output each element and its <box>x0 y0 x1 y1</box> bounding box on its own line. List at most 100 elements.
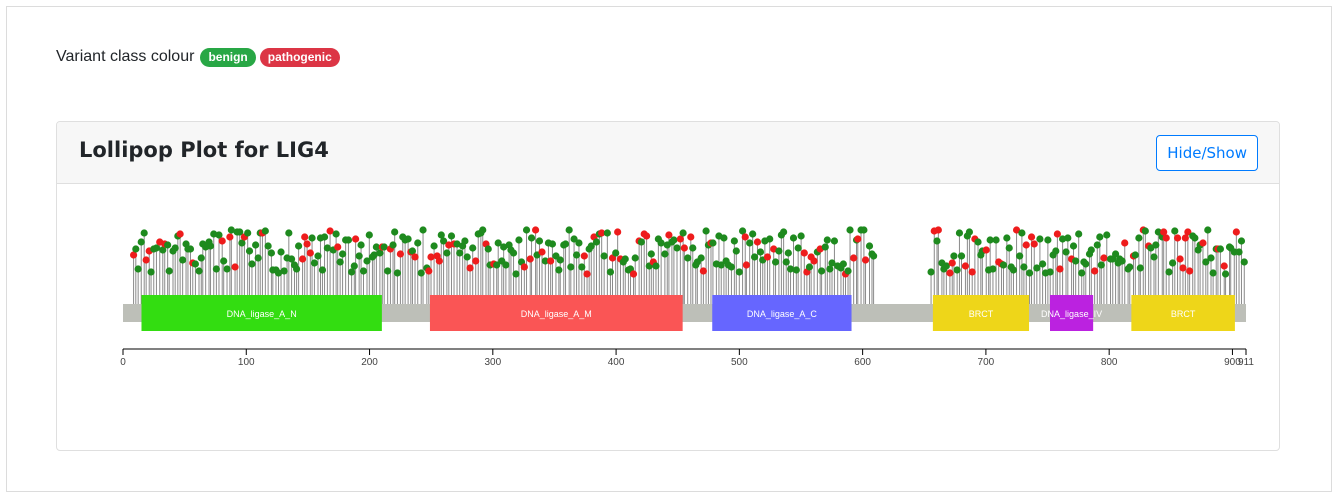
benign-variant-head <box>389 241 397 249</box>
pathogenic-variant-head <box>643 232 651 240</box>
pathogenic-variant-head <box>614 228 622 236</box>
benign-variant-head <box>732 247 740 255</box>
benign-variant-head <box>1169 259 1177 267</box>
benign-variant-head <box>134 265 142 273</box>
benign-variant-head <box>338 250 347 258</box>
x-tick-label: 200 <box>361 357 378 368</box>
pathogenic-variant-head <box>1199 239 1207 247</box>
pathogenic-variant-head <box>411 253 419 261</box>
benign-variant-head <box>414 239 422 247</box>
benign-variant-head <box>823 236 831 244</box>
benign-variant-head <box>1103 231 1111 239</box>
benign-variant-head <box>1005 244 1013 252</box>
benign-variant-head <box>805 263 814 271</box>
benign-variant-head <box>821 243 829 251</box>
benign-variant-head <box>1135 234 1143 242</box>
benign-variant-head <box>140 229 148 237</box>
benign-variant-head <box>384 267 392 275</box>
benign-variant-head <box>391 228 399 236</box>
benign-variant-head <box>1191 234 1199 242</box>
pathogenic-variant-head <box>810 257 818 265</box>
benign-variant-head <box>1009 266 1018 274</box>
benign-variant-head <box>171 244 179 252</box>
benign-variant-head <box>469 244 477 252</box>
benign-variant-head <box>1240 258 1248 266</box>
benign-variant-head <box>612 249 620 257</box>
benign-variant-head <box>502 261 510 269</box>
benign-variant-head <box>430 242 438 250</box>
benign-variant-head <box>1039 260 1047 268</box>
pathogenic-variant-head <box>425 267 433 275</box>
benign-variant-head <box>293 265 301 273</box>
x-tick-label: 600 <box>854 357 871 368</box>
pathogenic-variant-head <box>946 269 954 277</box>
benign-variant-head <box>456 249 464 257</box>
pathogenic-variant-head <box>1179 264 1187 272</box>
pathogenic-variant-head <box>298 255 307 263</box>
pathogenic-variant-head <box>334 243 342 251</box>
benign-variant-head <box>561 240 570 248</box>
benign-variant-head <box>1046 268 1054 276</box>
pathogenic-variant-head <box>580 252 588 260</box>
benign-variant-head <box>179 256 187 264</box>
benign-variant-head <box>1131 251 1139 259</box>
benign-variant-head <box>1036 235 1044 243</box>
pathogenic-variant-head <box>538 248 546 256</box>
benign-variant-head <box>308 234 316 242</box>
pathogenic-variant-head <box>218 237 226 245</box>
benign-variant-head <box>314 252 322 260</box>
x-tick-label: 0 <box>120 357 126 368</box>
benign-variant-head <box>380 243 388 251</box>
pathogenic-variant-head <box>1056 265 1064 273</box>
benign-variant-head <box>720 234 728 242</box>
benign-variant-head <box>1204 226 1212 234</box>
x-tick-label: 400 <box>608 357 625 368</box>
benign-variant-head <box>572 251 581 259</box>
domain-label: BRCT <box>969 309 994 319</box>
benign-variant-head <box>147 268 155 276</box>
benign-variant-head <box>989 265 997 273</box>
x-tick-label: 911 <box>1238 357 1254 368</box>
benign-variant-head <box>1025 269 1034 277</box>
benign-variant-head <box>702 227 710 235</box>
benign-variant-head <box>1237 237 1246 245</box>
pathogenic-variant-head <box>520 263 528 271</box>
benign-variant-head <box>515 236 523 244</box>
benign-variant-head <box>1221 270 1230 278</box>
benign-variant-head <box>1097 261 1105 269</box>
benign-variant-head <box>860 226 868 234</box>
pathogenic-variant-head <box>1176 255 1184 263</box>
benign-variant-head <box>1003 234 1011 242</box>
pathogenic-variant-head <box>1220 262 1228 270</box>
benign-variant-head <box>404 235 412 243</box>
benign-variant-head <box>223 265 231 273</box>
benign-variant-head <box>1136 264 1144 272</box>
pathogenic-variant-head <box>982 246 990 254</box>
benign-variant-head <box>771 258 780 266</box>
benign-variant-head <box>267 249 276 257</box>
benign-variant-head <box>844 267 852 275</box>
pathogenic-variant-head <box>861 256 870 264</box>
benign-variant-head <box>393 269 402 277</box>
benign-variant-head <box>784 249 792 257</box>
benign-variant-head <box>1075 230 1083 238</box>
benign-variant-head <box>191 260 199 268</box>
benign-variant-head <box>197 254 205 262</box>
benign-variant-head <box>195 267 203 275</box>
benign-variant-head <box>212 265 220 273</box>
benign-variant-head <box>1072 257 1080 265</box>
benign-variant-head <box>535 237 544 245</box>
benign-variant-head <box>1078 269 1086 277</box>
x-tick-label: 500 <box>731 357 748 368</box>
benign-variant-head <box>280 267 288 275</box>
benign-variant-head <box>818 267 826 275</box>
pathogenic-variant-head <box>687 233 695 241</box>
domain-label: BRCT <box>1171 309 1196 319</box>
pathogenic-variant-head <box>629 270 638 278</box>
benign-variant-head <box>730 237 738 245</box>
benign-variant-head <box>443 249 451 257</box>
pathogenic-variant-head <box>526 255 534 263</box>
benign-variant-head <box>1165 268 1173 276</box>
benign-variant-head <box>631 254 639 262</box>
benign-variant-head <box>1216 245 1225 253</box>
